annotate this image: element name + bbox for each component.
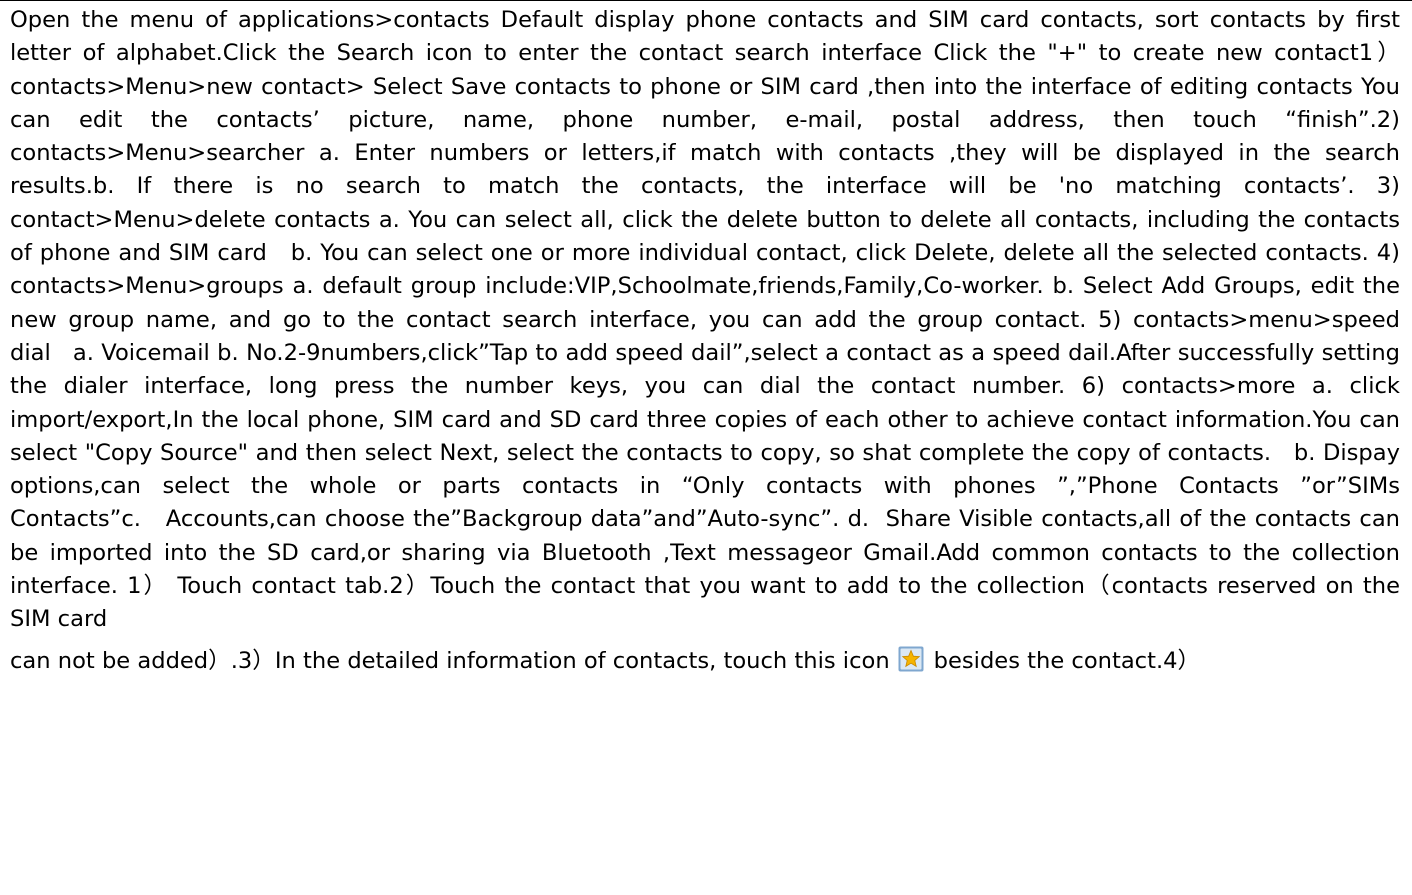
paragraph-final-line: can not be added）.3）In the detailed info… [10,645,1400,678]
final-line-text-before-icon: can not be added）.3）In the detailed info… [10,647,890,674]
favorite-star-icon [898,646,924,672]
page-top-rule [0,0,1412,1]
contacts-instructions-paragraph: Open the menu of applications>contacts D… [10,7,1400,633]
document-page: Open the menu of applications>contacts D… [10,4,1400,678]
final-line-text-after-icon: besides the contact.4） [933,647,1201,674]
